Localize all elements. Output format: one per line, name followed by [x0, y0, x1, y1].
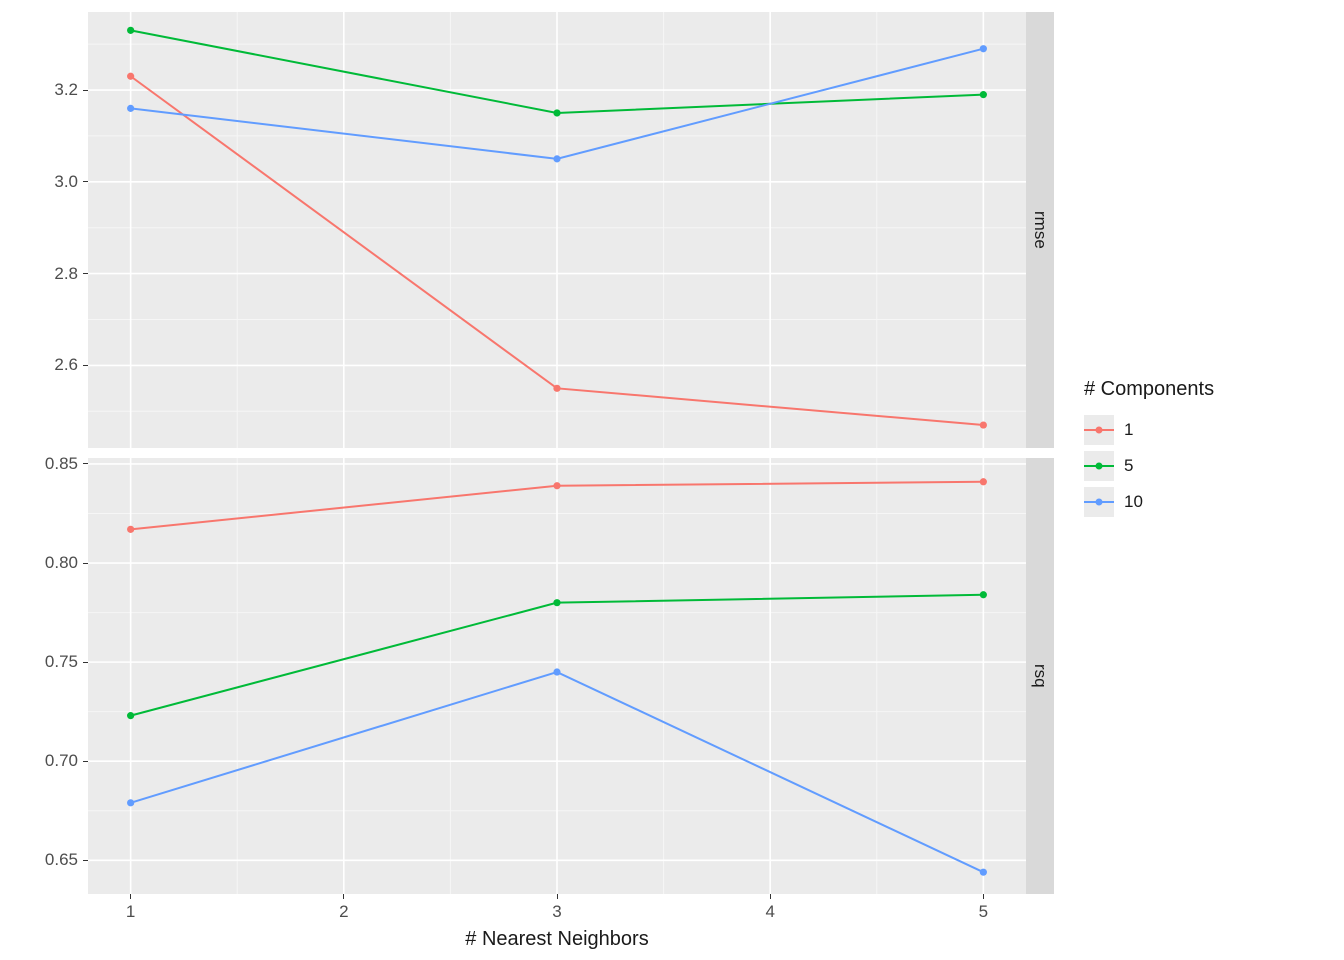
data-point	[127, 105, 134, 112]
legend-title: # Components	[1084, 378, 1214, 401]
facet-rsq: 0.650.700.750.800.8512345	[88, 458, 1026, 894]
x-tick-label: 1	[126, 894, 135, 922]
data-point	[980, 421, 987, 428]
data-point	[553, 155, 560, 162]
chart-container: 2.62.83.03.2 rmse 0.650.700.750.800.8512…	[0, 0, 1344, 960]
y-tick-label: 0.80	[45, 553, 88, 573]
data-point	[980, 591, 987, 598]
data-point	[980, 478, 987, 485]
facet-strip-rsq: rsq	[1026, 458, 1054, 894]
y-tick-label: 2.6	[54, 355, 88, 375]
legend-label: 10	[1124, 492, 1143, 512]
y-tick-label: 0.65	[45, 850, 88, 870]
legend-label: 1	[1124, 420, 1133, 440]
data-point	[553, 668, 560, 675]
y-tick-label: 3.0	[54, 172, 88, 192]
data-point	[553, 385, 560, 392]
data-point	[553, 599, 560, 606]
data-point	[980, 869, 987, 876]
data-point	[127, 712, 134, 719]
x-tick-label: 2	[339, 894, 348, 922]
legend-key	[1084, 415, 1114, 445]
y-tick-label: 0.85	[45, 454, 88, 474]
y-tick-label: 2.8	[54, 264, 88, 284]
x-tick-label: 4	[765, 894, 774, 922]
facet-label: rsq	[1030, 664, 1050, 688]
y-tick-label: 3.2	[54, 80, 88, 100]
data-point	[553, 109, 560, 116]
data-point	[127, 27, 134, 34]
y-tick-label: 0.75	[45, 652, 88, 672]
legend-key	[1084, 451, 1114, 481]
legend-item: 5	[1084, 451, 1214, 481]
legend: # Components 1 5 10	[1084, 378, 1214, 523]
y-tick-label: 0.70	[45, 751, 88, 771]
legend-label: 5	[1124, 456, 1133, 476]
facet-label: rmse	[1030, 211, 1050, 249]
facet-rmse: 2.62.83.03.2	[88, 12, 1026, 448]
data-point	[127, 526, 134, 533]
data-point	[127, 73, 134, 80]
data-point	[553, 482, 560, 489]
legend-item: 1	[1084, 415, 1214, 445]
x-tick-label: 3	[552, 894, 561, 922]
data-point	[980, 91, 987, 98]
rmse-plot	[88, 12, 1026, 448]
data-point	[127, 799, 134, 806]
x-tick-label: 5	[979, 894, 988, 922]
legend-item: 10	[1084, 487, 1214, 517]
facet-strip-rmse: rmse	[1026, 12, 1054, 448]
data-point	[980, 45, 987, 52]
x-axis-title: # Nearest Neighbors	[88, 928, 1026, 951]
rsq-plot	[88, 458, 1026, 894]
legend-key	[1084, 487, 1114, 517]
